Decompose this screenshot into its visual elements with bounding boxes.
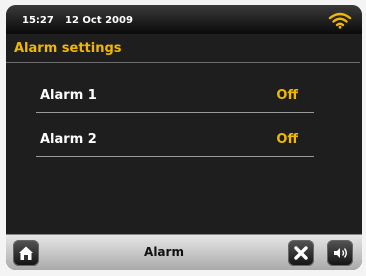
- close-icon: [294, 246, 308, 260]
- status-time: 15:27: [22, 15, 54, 26]
- device-frame: 15:27 12 Oct 2009 Alarm settings Alarm 1…: [0, 0, 366, 276]
- wifi-icon: [328, 11, 352, 29]
- close-button[interactable]: [288, 240, 314, 266]
- volume-icon: [334, 248, 347, 258]
- alarm-2-label: Alarm 2: [40, 132, 97, 147]
- status-date: 12 Oct 2009: [65, 15, 133, 26]
- bottom-bar: Alarm: [6, 234, 362, 270]
- alarm-2-row[interactable]: Alarm 2 Off: [36, 123, 314, 157]
- alarm-1-row[interactable]: Alarm 1 Off: [36, 79, 314, 113]
- alarm-1-value: Off: [276, 88, 298, 103]
- bottom-bar-title: Alarm: [144, 245, 184, 259]
- title-divider: [6, 62, 360, 63]
- screen: 15:27 12 Oct 2009 Alarm settings Alarm 1…: [6, 5, 362, 270]
- row-divider: [36, 156, 314, 157]
- row-divider: [36, 112, 314, 113]
- alarm-2-value: Off: [276, 132, 298, 147]
- volume-button[interactable]: [327, 240, 353, 266]
- page-title: Alarm settings: [14, 41, 122, 56]
- alarm-1-label: Alarm 1: [40, 88, 97, 103]
- status-bar: 15:27 12 Oct 2009: [6, 5, 362, 34]
